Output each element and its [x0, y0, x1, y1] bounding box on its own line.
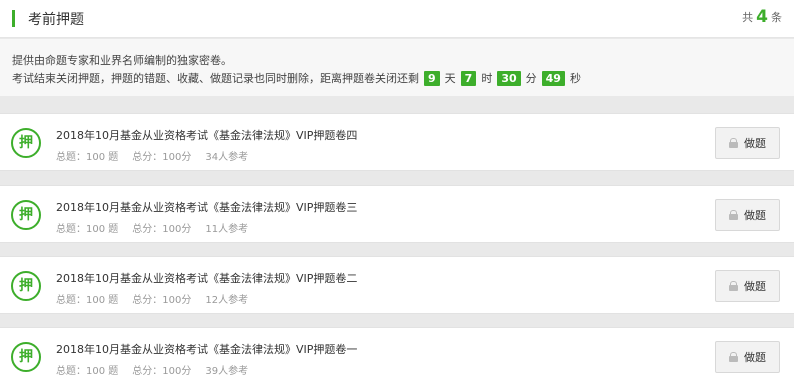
- exam-total-score: 总分：100分: [132, 295, 192, 306]
- start-exam-label: 做题: [744, 137, 766, 150]
- lock-icon: [729, 352, 738, 362]
- exam-badge-icon: 押: [11, 128, 41, 158]
- start-exam-label: 做题: [744, 280, 766, 293]
- exam-question-count: 总题：100 题: [56, 295, 119, 306]
- page-title: 考前押题: [28, 12, 84, 28]
- start-exam-label: 做题: [744, 209, 766, 222]
- lock-icon: [729, 281, 738, 291]
- exam-meta: 总题：100 题 总分：100分 11人参考: [56, 220, 262, 235]
- countdown-minutes-unit: 分: [525, 72, 537, 85]
- notice-line-2-text: 考试结束关闭押题，押题的错题、收藏、做题记录也同时删除，距离押题卷关闭还剩: [12, 72, 419, 85]
- exam-title: 2018年10月基金从业资格考试《基金法律法规》VIP押题卷三: [56, 201, 358, 214]
- count-number: 4: [756, 7, 768, 27]
- start-exam-button[interactable]: 做题: [715, 341, 780, 373]
- countdown-minutes: 30: [497, 70, 521, 86]
- start-exam-button[interactable]: 做题: [715, 127, 780, 159]
- exam-title: 2018年10月基金从业资格考试《基金法律法规》VIP押题卷四: [56, 129, 358, 142]
- countdown-days-unit: 天: [444, 72, 456, 85]
- exam-title: 2018年10月基金从业资格考试《基金法律法规》VIP押题卷一: [56, 343, 358, 356]
- countdown-seconds-unit: 秒: [569, 72, 581, 85]
- exam-card: 押 2018年10月基金从业资格考试《基金法律法规》VIP押题卷二 总题：100…: [0, 256, 794, 314]
- exam-question-count: 总题：100 题: [56, 224, 119, 235]
- exam-participants: 12人参考: [205, 295, 249, 306]
- countdown-seconds: 49: [541, 70, 565, 86]
- exam-badge-icon: 押: [11, 271, 41, 301]
- count-prefix: 共: [742, 11, 754, 24]
- exam-card: 押 2018年10月基金从业资格考试《基金法律法规》VIP押题卷四 总题：100…: [0, 113, 794, 171]
- header-accent-bar: [12, 10, 15, 27]
- lock-icon: [729, 210, 738, 220]
- exam-participants: 39人参考: [205, 366, 249, 377]
- section-header: 考前押题 共4条: [0, 0, 794, 38]
- exam-meta: 总题：100 题 总分：100分 12人参考: [56, 291, 262, 306]
- exam-card: 押 2018年10月基金从业资格考试《基金法律法规》VIP押题卷一 总题：100…: [0, 327, 794, 381]
- exam-participants: 34人参考: [205, 152, 249, 163]
- notice-line-2: 考试结束关闭押题，押题的错题、收藏、做题记录也同时删除，距离押题卷关闭还剩 9天…: [12, 70, 581, 86]
- countdown-hours-unit: 时: [481, 72, 493, 85]
- start-exam-button[interactable]: 做题: [715, 270, 780, 302]
- exam-total-score: 总分：100分: [132, 152, 192, 163]
- countdown-days: 9: [424, 70, 440, 86]
- start-exam-button[interactable]: 做题: [715, 199, 780, 231]
- item-count: 共4条: [742, 7, 782, 27]
- start-exam-label: 做题: [744, 351, 766, 364]
- count-suffix: 条: [771, 11, 782, 24]
- notice-panel: 提供由命题专家和业界名师编制的独家密卷。 考试结束关闭押题，押题的错题、收藏、做…: [0, 39, 794, 96]
- exam-total-score: 总分：100分: [132, 224, 192, 235]
- exam-meta: 总题：100 题 总分：100分 39人参考: [56, 362, 262, 377]
- exam-badge-icon: 押: [11, 200, 41, 230]
- exam-participants: 11人参考: [205, 224, 249, 235]
- exam-question-count: 总题：100 题: [56, 152, 119, 163]
- exam-question-count: 总题：100 题: [56, 366, 119, 377]
- exam-card: 押 2018年10月基金从业资格考试《基金法律法规》VIP押题卷三 总题：100…: [0, 185, 794, 243]
- lock-icon: [729, 138, 738, 148]
- exam-badge-icon: 押: [11, 342, 41, 372]
- exam-total-score: 总分：100分: [132, 366, 192, 377]
- countdown-hours: 7: [460, 70, 477, 86]
- exam-meta: 总题：100 题 总分：100分 34人参考: [56, 148, 262, 163]
- notice-line-1: 提供由命题专家和业界名师编制的独家密卷。: [12, 54, 232, 67]
- exam-title: 2018年10月基金从业资格考试《基金法律法规》VIP押题卷二: [56, 272, 358, 285]
